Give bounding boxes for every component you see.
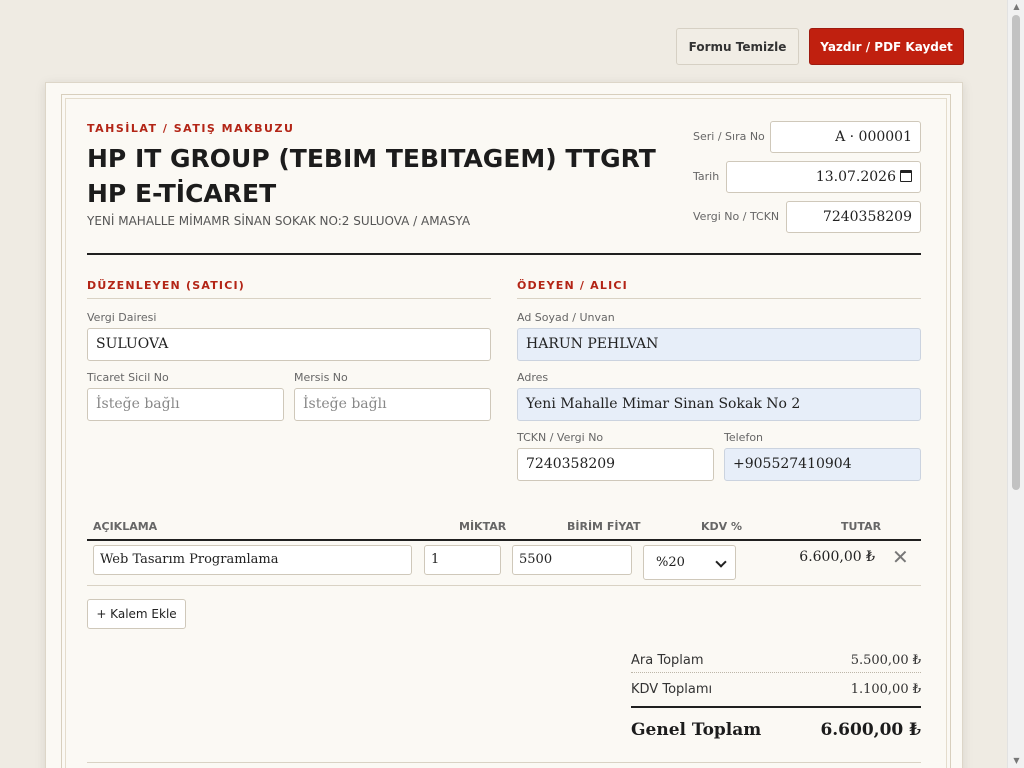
buyer-tckn-input[interactable]: 7240358209 [517,448,714,481]
serial-input[interactable]: A · 000001 [770,121,921,153]
buyer-section-divider [517,298,921,299]
scrollbar-thumb[interactable] [1012,15,1020,490]
receipt-paper: TAHSİLAT / SATIŞ MAKBUZU HP IT GROUP (TE… [45,82,963,768]
vat-total-label: KDV Toplamı [631,682,713,697]
column-header-vat: KDV % [701,520,743,533]
bottom-divider [87,762,921,763]
table-row-divider [87,585,921,586]
header-divider [87,253,921,255]
tax-number-input[interactable]: 7240358209 [786,201,921,233]
item-quantity-input[interactable]: 1 [424,545,501,575]
trade-registry-input[interactable]: İsteğe bağlı [87,388,284,421]
item-vat-value: %20 [656,555,685,570]
buyer-section-title: ÖDEYEN / ALICI [517,279,628,292]
column-header-total: TUTAR [841,520,882,533]
buyer-name-label: Ad Soyad / Unvan [517,311,615,324]
scroll-down-arrow-icon[interactable]: ▼ [1008,754,1024,768]
date-label: Tarih [693,170,720,183]
subtotal-value: 5.500,00 ₺ [850,653,921,668]
print-pdf-button[interactable]: Yazdır / PDF Kaydet [809,28,964,65]
clear-form-button[interactable]: Formu Temizle [676,28,799,65]
column-header-unit-price: BİRİM FİYAT [567,520,641,533]
tax-office-label: Vergi Dairesi [87,311,157,324]
vertical-scrollbar[interactable]: ▲ ▼ [1007,0,1024,768]
buyer-address-label: Adres [517,371,549,384]
serial-label: Seri / Sıra No [693,130,765,143]
buyer-address-input[interactable]: Yeni Mahalle Mimar Sinan Sokak No 2 [517,388,921,421]
grand-total-value: 6.600,00 ₺ [820,720,921,740]
buyer-tckn-label: TCKN / Vergi No [517,431,604,444]
table-header-divider [87,539,921,541]
item-vat-select[interactable]: %20 [643,545,736,580]
scroll-up-arrow-icon[interactable]: ▲ [1008,0,1024,14]
grand-total-label: Genel Toplam [631,720,762,740]
vat-total-value: 1.100,00 ₺ [850,682,921,697]
toolbar: Formu Temizle Yazdır / PDF Kaydet [676,28,964,65]
column-header-description: AÇIKLAMA [93,520,158,533]
calendar-icon[interactable] [900,170,912,182]
buyer-phone-input[interactable]: +905527410904 [724,448,921,481]
document-type-label: TAHSİLAT / SATIŞ MAKBUZU [87,122,295,135]
summary-divider [631,672,921,673]
date-input[interactable]: 13.07.2026 [726,161,921,193]
add-item-button[interactable]: + Kalem Ekle [87,599,186,629]
subtotal-label: Ara Toplam [631,653,704,668]
tax-office-input[interactable]: SULUOVA [87,328,491,361]
chevron-down-icon [715,556,727,568]
seller-section-title: DÜZENLEYEN (SATICI) [87,279,245,292]
grand-total-divider [631,706,921,708]
tax-number-label: Vergi No / TCKN [693,210,780,223]
buyer-phone-label: Telefon [724,431,764,444]
item-description-input[interactable]: Web Tasarım Programlama [93,545,412,575]
trade-registry-label: Ticaret Sicil No [87,371,169,384]
item-unit-price-input[interactable]: 5500 [512,545,632,575]
item-total: 6.600,00 ₺ [799,549,875,565]
column-header-quantity: MİKTAR [459,520,507,533]
seller-section-divider [87,298,491,299]
company-address[interactable]: YENİ MAHALLE MİMAMR SİNAN SOKAK NO:2 SUL… [87,214,470,228]
mersis-input[interactable]: İsteğe bağlı [294,388,491,421]
remove-item-icon[interactable]: ✕ [892,545,909,569]
mersis-label: Mersis No [294,371,348,384]
company-name[interactable]: HP IT GROUP (TEBIM TEBITAGEM) TTGRT HP E… [87,141,687,211]
date-value: 13.07.2026 [815,169,896,185]
buyer-name-input[interactable]: HARUN PEHLVAN [517,328,921,361]
